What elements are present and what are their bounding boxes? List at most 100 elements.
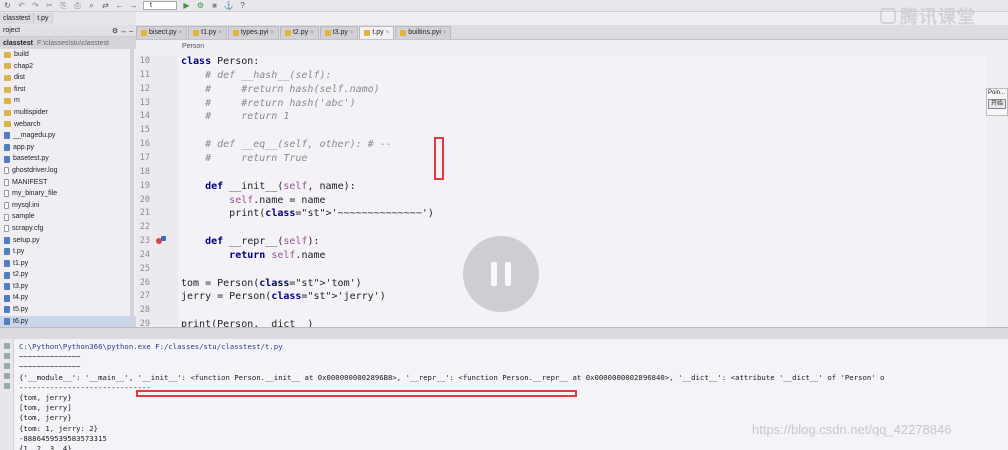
tree-item[interactable]: ghostdriver.log xyxy=(0,165,136,177)
close-icon[interactable]: × xyxy=(179,27,183,39)
clear-icon[interactable] xyxy=(3,383,10,389)
tree-item[interactable]: m xyxy=(0,95,136,107)
tree-item[interactable]: app.py xyxy=(0,142,136,154)
stop-run-icon[interactable] xyxy=(3,353,10,359)
sync-icon[interactable]: ↻ xyxy=(3,1,12,10)
python-file-icon xyxy=(4,236,10,244)
tree-item-label: m xyxy=(14,97,20,105)
code-line[interactable]: jerry = Person(class="st">'jerry') xyxy=(181,290,386,304)
tree-item[interactable]: t6.py xyxy=(0,315,136,327)
tree-item[interactable]: chap2 xyxy=(0,61,136,73)
project-root-path: F:\classes\stu\classtest xyxy=(36,39,109,47)
editor-tab[interactable]: types.pyi × xyxy=(227,26,279,39)
editor-tab[interactable]: builtins.pyi × xyxy=(395,26,452,39)
code-line[interactable]: # return True xyxy=(181,152,307,166)
code-line[interactable]: # def __hash__(self): xyxy=(181,69,331,83)
rerun-icon[interactable] xyxy=(3,343,10,349)
tree-item[interactable]: my_binary_file xyxy=(0,188,136,200)
replace-icon[interactable]: ⇄ xyxy=(101,1,110,10)
tree-item[interactable]: t2.py xyxy=(0,269,136,281)
copy-icon[interactable]: ⎘ xyxy=(59,1,68,10)
nav-crumb-file[interactable]: t.py xyxy=(34,13,53,24)
tree-item[interactable]: mysql.ini xyxy=(0,200,136,212)
paste-icon[interactable]: ⎙ xyxy=(73,1,82,10)
nav-crumb-project[interactable]: classtest xyxy=(0,13,35,24)
code-line[interactable]: print(Person.__dict__) xyxy=(181,318,313,327)
back-icon[interactable]: ↶ xyxy=(17,1,26,10)
editor-tab[interactable]: t3.py × xyxy=(319,26,359,39)
print-icon[interactable] xyxy=(3,373,10,379)
tree-item[interactable]: first xyxy=(0,84,136,96)
stop-icon[interactable]: ■ xyxy=(210,1,219,10)
debug-icon[interactable]: ⚙ xyxy=(196,1,205,10)
code-line[interactable]: # def __eq__(self, other): # -- xyxy=(181,138,392,152)
tree-item[interactable]: multispider xyxy=(0,107,136,119)
line-number: 28 xyxy=(139,305,150,316)
editor-tab[interactable]: bisect.py × xyxy=(136,26,188,39)
code-line[interactable]: def __repr__(self): xyxy=(181,235,319,249)
code-line[interactable]: print(class="st">'~~~~~~~~~~~~~~') xyxy=(181,207,434,221)
project-tree-scrollbar[interactable] xyxy=(130,49,134,327)
tree-item[interactable]: dist xyxy=(0,72,136,84)
run-config-select[interactable]: t xyxy=(143,1,177,10)
console-line: {1, 2, 3, 4} xyxy=(19,444,72,450)
close-icon[interactable]: × xyxy=(386,27,390,39)
side-popup-button[interactable]: 开始 xyxy=(988,99,1006,109)
nav-back-icon[interactable]: ← xyxy=(115,1,124,10)
code-line[interactable]: def __init__(self, name): xyxy=(181,180,356,194)
tree-item[interactable]: setup.py xyxy=(0,235,136,247)
tree-item[interactable]: scrapy.cfg xyxy=(0,223,136,235)
tree-item[interactable]: t5.py xyxy=(0,304,136,316)
editor-tab[interactable]: t1.py × xyxy=(188,26,227,39)
project-panel-title[interactable]: roject xyxy=(3,27,20,34)
code-line[interactable]: # return 1 xyxy=(181,110,289,124)
file-icon xyxy=(4,167,9,175)
code-line[interactable]: # #return hash(self.namo) xyxy=(181,83,380,97)
close-icon[interactable]: × xyxy=(270,27,274,39)
collapse-icon[interactable]: ↔ xyxy=(120,28,127,35)
python-file-icon xyxy=(4,317,10,325)
close-icon[interactable]: × xyxy=(350,27,354,39)
tree-item[interactable]: sample xyxy=(0,211,136,223)
line-number: 14 xyxy=(139,111,150,122)
line-number: 15 xyxy=(139,125,150,136)
python-file-icon xyxy=(284,30,291,36)
tree-item[interactable]: __magedu.py xyxy=(0,130,136,142)
code-line[interactable]: return self.name xyxy=(181,249,325,263)
project-root[interactable]: classtest F:\classes\stu\classtest xyxy=(0,37,136,49)
override-marker-icon[interactable] xyxy=(161,236,166,241)
tree-item[interactable]: build xyxy=(0,49,136,61)
close-icon[interactable]: × xyxy=(443,27,447,39)
tree-item[interactable]: t4.py xyxy=(0,292,136,304)
tree-item[interactable]: t.py xyxy=(0,246,136,258)
scroll-end-icon[interactable] xyxy=(3,363,10,369)
code-line[interactable]: # #return hash('abc') xyxy=(181,97,356,111)
forward-icon[interactable]: ↷ xyxy=(31,1,40,10)
hide-panel-icon[interactable]: – xyxy=(129,28,133,35)
editor-tab[interactable]: t.py × xyxy=(359,26,395,39)
editor-breadcrumb[interactable]: Person xyxy=(178,41,378,53)
code-editor[interactable]: class Person: # def __hash__(self): # #r… xyxy=(178,55,986,327)
close-icon[interactable]: × xyxy=(218,27,222,39)
help-icon[interactable]: ? xyxy=(238,1,247,10)
search-icon[interactable]: ⌕ xyxy=(87,1,96,10)
nav-forward-icon[interactable]: → xyxy=(129,1,138,10)
tree-item[interactable]: MANIFEST xyxy=(0,177,136,189)
console-line: {tom, jerry} xyxy=(19,393,72,402)
code-line[interactable]: tom = Person(class="st">'tom') xyxy=(181,277,362,291)
run-icon[interactable]: ▶ xyxy=(182,1,191,10)
close-icon[interactable]: × xyxy=(310,27,314,39)
tree-item[interactable]: t3.py xyxy=(0,281,136,293)
file-icon xyxy=(4,213,9,221)
code-line[interactable]: self.name = name xyxy=(181,194,325,208)
settings-icon[interactable]: ⚙ xyxy=(112,28,118,35)
editor-tab[interactable]: t2.py × xyxy=(279,26,319,39)
code-line[interactable]: class Person: xyxy=(181,55,259,69)
tree-item[interactable]: t1.py xyxy=(0,258,136,270)
tree-item[interactable]: webarch xyxy=(0,119,136,131)
video-pause-overlay[interactable] xyxy=(463,236,539,312)
vcs-icon[interactable]: ⚓ xyxy=(224,1,234,10)
tree-item[interactable]: basetest.py xyxy=(0,153,136,165)
cut-icon[interactable]: ✂ xyxy=(45,1,54,10)
console-line: {'__module__': '__main__', '__init__': <… xyxy=(19,372,885,382)
